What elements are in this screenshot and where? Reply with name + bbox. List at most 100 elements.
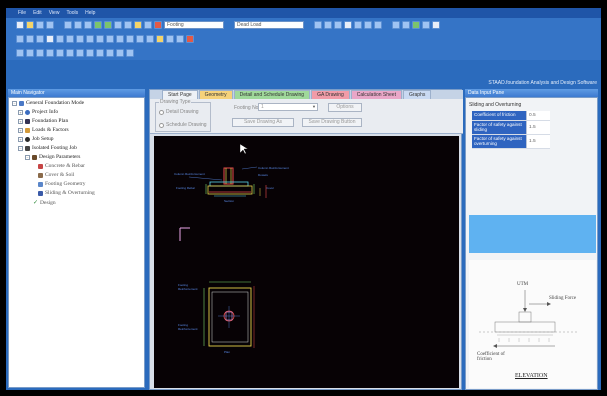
redo-icon[interactable] xyxy=(104,21,112,29)
factor-safety-sliding-field[interactable]: 1.5 xyxy=(526,121,550,134)
mirror-tool-icon[interactable] xyxy=(86,49,94,57)
new-file-icon[interactable] xyxy=(16,21,24,29)
wireframe-icon[interactable] xyxy=(116,35,124,43)
tab-calculation-sheet[interactable]: Calculation Sheet xyxy=(350,90,402,99)
radio-schedule-drawing[interactable]: Schedule Drawing xyxy=(159,122,207,128)
run-analysis-icon[interactable] xyxy=(412,21,420,29)
view-top-icon[interactable] xyxy=(334,21,342,29)
tree-item-cover-soil[interactable]: Cover & Soil xyxy=(38,172,74,178)
dimension-icon[interactable] xyxy=(374,21,382,29)
scale-tool-icon[interactable] xyxy=(106,49,114,57)
stop-icon[interactable] xyxy=(154,21,162,29)
trim-tool-icon[interactable] xyxy=(116,49,124,57)
hatch-tool-icon[interactable] xyxy=(66,49,74,57)
line-tool-icon[interactable] xyxy=(16,49,24,57)
tab-geometry[interactable]: Geometry xyxy=(198,90,233,99)
tree-item-design-parameters[interactable]: − Design Parameters xyxy=(25,154,80,160)
copy-icon[interactable] xyxy=(74,21,82,29)
tree-item-footing-geometry[interactable]: Footing Geometry xyxy=(38,181,85,187)
layer-icon[interactable] xyxy=(66,35,74,43)
expand-icon[interactable]: + xyxy=(18,118,23,124)
load-case-select[interactable]: Dead Load xyxy=(234,21,304,29)
options-button[interactable]: Options xyxy=(328,103,362,112)
save-drawing-button[interactable]: Save Drawing Button xyxy=(302,118,362,127)
drawing-canvas[interactable]: Column Reinforcement Dowels Column Reinf… xyxy=(154,136,459,388)
select-all-icon[interactable] xyxy=(46,35,54,43)
collapse-icon[interactable]: − xyxy=(25,154,30,160)
circle-tool-icon[interactable] xyxy=(36,49,44,57)
tree-item-isolated-footing-job[interactable]: − Isolated Footing Job xyxy=(18,145,77,151)
select-footing-icon[interactable] xyxy=(36,35,44,43)
menu-view[interactable]: View xyxy=(49,10,60,16)
select-node-icon[interactable] xyxy=(16,35,24,43)
zoom-out-icon[interactable] xyxy=(124,21,132,29)
radio-dot[interactable] xyxy=(159,122,164,128)
tree-item-job-setup[interactable]: + Job Setup xyxy=(18,136,54,142)
factor-safety-overturning-field[interactable]: 1.5 xyxy=(526,135,550,148)
view-side-icon[interactable] xyxy=(324,21,332,29)
tree-item-design[interactable]: ✓ Design xyxy=(33,199,56,207)
tab-detail-schedule-drawing[interactable]: Detail and Schedule Drawing xyxy=(233,90,311,99)
highlight-icon[interactable] xyxy=(156,35,164,43)
settings-icon[interactable] xyxy=(146,35,154,43)
coefficient-friction-field[interactable]: 0.5 xyxy=(526,111,550,120)
text-tool-icon[interactable] xyxy=(46,49,54,57)
select-member-icon[interactable] xyxy=(26,35,34,43)
export-icon[interactable] xyxy=(166,35,174,43)
tab-ga-drawing[interactable]: GA Drawing xyxy=(311,90,350,99)
extend-tool-icon[interactable] xyxy=(126,49,134,57)
chevron-down-icon[interactable]: ▼ xyxy=(312,104,316,110)
zoom-in-icon[interactable] xyxy=(114,21,122,29)
radio-dot[interactable] xyxy=(159,109,164,115)
import-icon[interactable] xyxy=(176,35,184,43)
report-icon[interactable] xyxy=(422,21,430,29)
tab-start-page[interactable]: Start Page xyxy=(162,90,198,99)
grid-icon[interactable] xyxy=(364,21,372,29)
undo-icon[interactable] xyxy=(94,21,102,29)
view-iso-icon[interactable] xyxy=(344,21,352,29)
refresh-icon[interactable] xyxy=(136,35,144,43)
rect-tool-icon[interactable] xyxy=(26,49,34,57)
open-folder-icon[interactable] xyxy=(26,21,34,29)
help-icon[interactable] xyxy=(432,21,440,29)
measure-icon[interactable] xyxy=(354,21,362,29)
expand-icon[interactable]: + xyxy=(18,127,23,133)
collapse-icon[interactable]: − xyxy=(12,100,17,106)
save-icon[interactable] xyxy=(36,21,44,29)
footing-type-select[interactable]: Footing xyxy=(164,21,224,29)
section-icon[interactable] xyxy=(76,35,84,43)
view-front-icon[interactable] xyxy=(314,21,322,29)
array-tool-icon[interactable] xyxy=(96,49,104,57)
fit-icon[interactable] xyxy=(126,35,134,43)
elevation-icon[interactable] xyxy=(86,35,94,43)
load-icon[interactable] xyxy=(392,21,400,29)
tab-graphs[interactable]: Graphs xyxy=(402,90,432,99)
save-drawing-as-button[interactable]: Save Drawing As xyxy=(232,118,294,127)
rotate-icon[interactable] xyxy=(144,21,152,29)
expand-icon[interactable]: + xyxy=(18,109,23,115)
paste-icon[interactable] xyxy=(84,21,92,29)
expand-icon[interactable]: + xyxy=(18,136,23,142)
render-icon[interactable] xyxy=(106,35,114,43)
pan-icon[interactable] xyxy=(134,21,142,29)
tree-item-general-foundation-mode[interactable]: − General Foundation Mode xyxy=(12,100,84,106)
tree-item-foundation-plan[interactable]: + Foundation Plan xyxy=(18,118,68,124)
reaction-icon[interactable] xyxy=(402,21,410,29)
plan-view-icon[interactable] xyxy=(96,35,104,43)
move-tool-icon[interactable] xyxy=(76,49,84,57)
tree-item-loads-factors[interactable]: + Loads & Factors xyxy=(18,127,69,133)
footing-no-select[interactable]: 1 ▼ xyxy=(258,103,318,111)
collapse-icon[interactable]: − xyxy=(18,145,23,151)
menu-file[interactable]: File xyxy=(18,10,26,16)
menu-edit[interactable]: Edit xyxy=(33,10,42,16)
cut-icon[interactable] xyxy=(64,21,72,29)
label-icon[interactable] xyxy=(56,35,64,43)
menu-tools[interactable]: Tools xyxy=(66,10,78,16)
tree-item-concrete-rebar[interactable]: Concrete & Rebar xyxy=(38,163,85,169)
print-icon[interactable] xyxy=(46,21,54,29)
dim-tool-icon[interactable] xyxy=(56,49,64,57)
tree-item-project-info[interactable]: + Project Info xyxy=(18,109,58,115)
menu-help[interactable]: Help xyxy=(85,10,95,16)
radio-detail-drawing[interactable]: Detail Drawing xyxy=(159,109,199,115)
tree-item-sliding-overturning[interactable]: Sliding & Overturning xyxy=(38,190,95,196)
